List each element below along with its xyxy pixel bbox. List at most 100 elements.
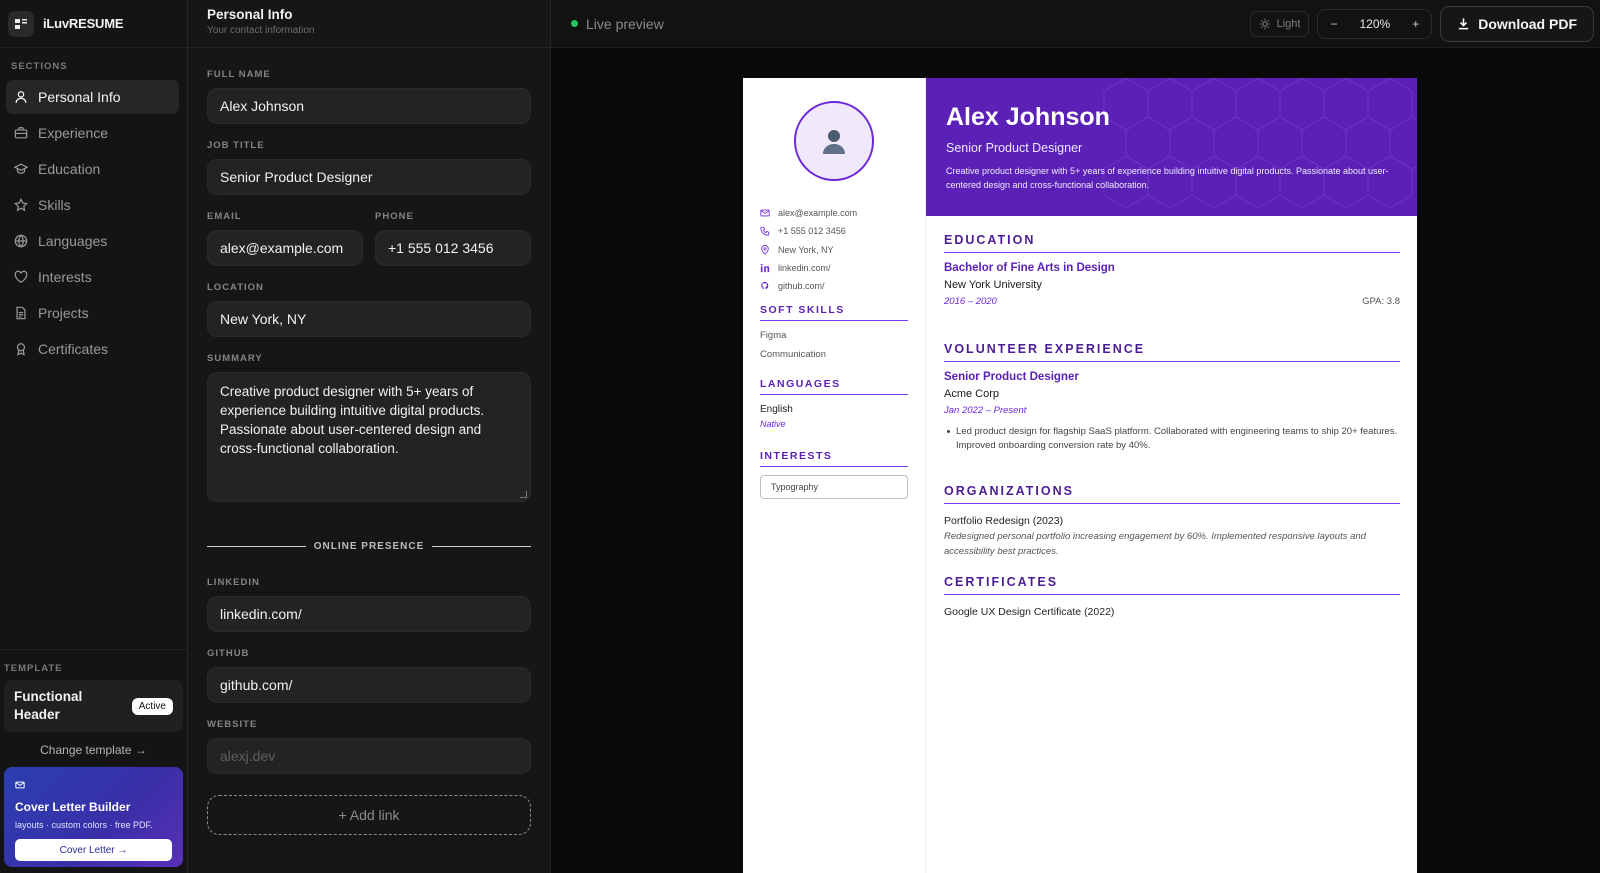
soft-skills-section: SOFT SKILLS Figma Communication <box>760 304 908 360</box>
brand[interactable]: iLuvRESUME <box>0 0 187 48</box>
zoom-value: 120% <box>1359 16 1391 31</box>
contact-phone-text: +1 555 012 3456 <box>778 226 846 237</box>
zoom-control: − 120% + <box>1317 8 1433 39</box>
brand-name: iLuvRESUME <box>43 16 124 31</box>
interests-section: INTERESTS Typography <box>760 450 908 499</box>
location-group: LOCATION New York, NY <box>207 282 531 337</box>
download-icon <box>1459 18 1469 30</box>
sidebar-item-label: Interests <box>38 269 92 285</box>
sidebar-item-label: Skills <box>38 197 71 213</box>
summary-textarea[interactable]: Creative product designer with 5+ years … <box>207 372 531 502</box>
location-input[interactable]: New York, NY <box>207 301 531 337</box>
phone-icon <box>760 227 770 237</box>
soft-skill-item: Communication <box>760 349 826 360</box>
sidebar-item-education[interactable]: Education <box>6 152 179 186</box>
template-card[interactable]: Functional Header Active <box>4 680 183 732</box>
languages-heading: LANGUAGES <box>760 378 908 395</box>
resume-sidebar: alex@example.com +1 555 012 3456 New Yor… <box>743 78 926 873</box>
preview-toolbar: Live preview Light − 120% + Download PDF <box>551 0 1600 48</box>
avatar <box>794 101 874 181</box>
location-label: LOCATION <box>207 282 264 293</box>
language-level: Native <box>760 419 786 429</box>
app-root: iLuvRESUME SECTIONS Personal Info Experi… <box>0 0 1600 873</box>
job-title-group: JOB TITLE Senior Product Designer <box>207 140 531 195</box>
sidebar-item-interests[interactable]: Interests <box>6 260 179 294</box>
contact-linkedin-text: linkedin.com/ <box>778 263 831 274</box>
volunteer-heading: VOLUNTEER EXPERIENCE <box>944 342 1400 362</box>
summary-text: Creative product designer with 5+ years … <box>220 384 485 456</box>
full-name-input[interactable]: Alex Johnson <box>207 88 531 124</box>
online-presence-divider: ONLINE PRESENCE <box>207 541 532 552</box>
email-label: EMAIL <box>207 211 242 222</box>
cover-letter-subtitle: layouts · custom colors · free PDF. <box>15 820 153 830</box>
resume-page: alex@example.com +1 555 012 3456 New Yor… <box>743 78 1417 873</box>
linkedin-input[interactable]: linkedin.com/ <box>207 596 531 632</box>
certificates-section: CERTIFICATES Google UX Design Certificat… <box>944 575 1400 618</box>
github-input[interactable]: github.com/ <box>207 667 531 703</box>
sidebar-item-experience[interactable]: Experience <box>6 116 179 150</box>
add-link-button[interactable]: + Add link <box>207 795 531 835</box>
summary-label: SUMMARY <box>207 353 263 364</box>
full-name-label: FULL NAME <box>207 69 271 80</box>
organization-name: Portfolio Redesign (2023) <box>944 515 1064 527</box>
github-label: GITHUB <box>207 648 250 659</box>
sidebar-item-certificates[interactable]: Certificates <box>6 332 179 366</box>
contact-email: alex@example.com <box>760 204 857 222</box>
education-degree: Bachelor of Fine Arts in Design <box>944 262 1115 274</box>
contact-email-text: alex@example.com <box>778 208 858 219</box>
email-input[interactable]: alex@example.com <box>207 230 363 266</box>
organizations-section: ORGANIZATIONS Portfolio Redesign (2023) … <box>944 484 1400 559</box>
sidebar-item-projects[interactable]: Projects <box>6 296 179 330</box>
contact-github: github.com/ <box>760 277 857 295</box>
job-title-input[interactable]: Senior Product Designer <box>207 159 531 195</box>
github-group: GITHUB github.com/ <box>207 648 531 703</box>
logo-icon <box>8 10 34 37</box>
volunteer-bullet-text: Led product design for flagship SaaS pla… <box>956 426 1398 451</box>
contact-location: New York, NY <box>760 241 857 259</box>
phone-label: PHONE <box>375 211 414 222</box>
volunteer-section: VOLUNTEER EXPERIENCE Senior Product Desi… <box>944 342 1400 453</box>
phone-input[interactable]: +1 555 012 3456 <box>375 230 531 266</box>
editor-panel: Personal Info Your contact information F… <box>188 0 551 873</box>
email-group: EMAIL alex@example.com <box>207 211 363 266</box>
resume-name: Alex Johnson <box>946 103 1110 131</box>
interest-chip: Typography <box>760 475 908 499</box>
map-pin-icon <box>761 244 769 255</box>
download-pdf-button[interactable]: Download PDF <box>1440 5 1594 42</box>
sidebar-item-languages[interactable]: Languages <box>6 224 179 258</box>
volunteer-dates: Jan 2022 – Present <box>944 405 1027 416</box>
zoom-in-button[interactable]: + <box>1400 17 1431 31</box>
mail-icon <box>15 781 25 789</box>
education-gpa: GPA: 3.8 <box>1362 296 1400 307</box>
live-status-dot <box>571 20 578 27</box>
active-badge: Active <box>131 697 173 715</box>
resize-handle-icon[interactable] <box>520 491 527 498</box>
contact-list: alex@example.com +1 555 012 3456 New Yor… <box>760 204 857 295</box>
template-label: TEMPLATE <box>4 663 63 674</box>
education-section: EDUCATION Bachelor of Fine Arts in Desig… <box>944 233 1400 307</box>
preview-panel: Live preview Light − 120% + Download PDF <box>551 0 1600 873</box>
education-dates: 2016 – 2020 <box>944 296 997 307</box>
document-icon <box>16 306 26 320</box>
globe-icon <box>14 234 28 248</box>
sidebar-item-skills[interactable]: Skills <box>6 188 179 222</box>
change-template-link[interactable]: Change template → <box>4 743 183 757</box>
sidebar-item-personal-info[interactable]: Personal Info <box>6 80 179 114</box>
resume-header: Alex Johnson Senior Product Designer Cre… <box>926 78 1417 216</box>
sidebar-item-label: Education <box>38 161 101 177</box>
avatar-person-icon <box>823 130 845 154</box>
soft-skill-item: Figma <box>760 330 787 341</box>
summary-group: SUMMARY Creative product designer with 5… <box>207 353 531 502</box>
phone-group: PHONE +1 555 012 3456 <box>375 211 531 266</box>
volunteer-org: Acme Corp <box>944 388 1000 400</box>
theme-toggle-button[interactable]: Light <box>1249 10 1310 37</box>
online-presence-label: ONLINE PRESENCE <box>313 541 425 552</box>
cover-letter-button[interactable]: Cover Letter → <box>15 839 172 861</box>
education-school: New York University <box>944 279 1042 291</box>
full-name-group: FULL NAME Alex Johnson <box>207 69 531 124</box>
zoom-out-button[interactable]: − <box>1318 17 1349 31</box>
live-preview-label: Live preview <box>586 15 664 32</box>
website-input[interactable]: alexj.dev <box>207 738 531 774</box>
sidebar-item-label: Languages <box>38 233 108 249</box>
user-icon <box>15 91 27 103</box>
